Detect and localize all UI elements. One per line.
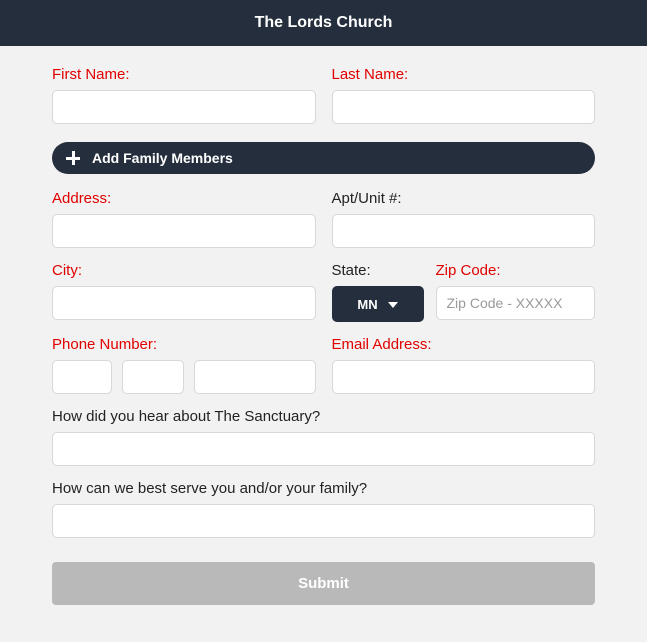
state-selected-value: MN	[357, 297, 377, 312]
serve-input[interactable]	[52, 504, 595, 538]
first-name-input[interactable]	[52, 90, 316, 124]
address-input[interactable]	[52, 214, 316, 248]
apt-input[interactable]	[332, 214, 596, 248]
address-label: Address:	[52, 190, 316, 207]
add-family-button[interactable]: Add Family Members	[52, 142, 595, 174]
state-label: State:	[332, 262, 424, 279]
plus-icon	[66, 151, 80, 165]
first-name-label: First Name:	[52, 66, 316, 83]
state-select[interactable]: MN	[332, 286, 424, 322]
apt-label: Apt/Unit #:	[332, 190, 596, 207]
submit-button[interactable]: Submit	[52, 562, 595, 605]
phone-line-input[interactable]	[194, 360, 316, 394]
page-title: The Lords Church	[255, 14, 393, 31]
phone-label: Phone Number:	[52, 336, 316, 353]
phone-prefix-input[interactable]	[122, 360, 184, 394]
last-name-input[interactable]	[332, 90, 596, 124]
zip-input[interactable]	[436, 286, 596, 320]
add-family-label: Add Family Members	[92, 150, 233, 166]
email-label: Email Address:	[332, 336, 596, 353]
form-container: First Name: Last Name: Add Family Member…	[0, 46, 647, 625]
chevron-down-icon	[388, 302, 398, 308]
hear-input[interactable]	[52, 432, 595, 466]
city-input[interactable]	[52, 286, 316, 320]
city-label: City:	[52, 262, 316, 279]
phone-area-input[interactable]	[52, 360, 112, 394]
last-name-label: Last Name:	[332, 66, 596, 83]
page-header: The Lords Church	[0, 0, 647, 46]
hear-label: How did you hear about The Sanctuary?	[52, 408, 595, 425]
zip-label: Zip Code:	[436, 262, 596, 279]
serve-label: How can we best serve you and/or your fa…	[52, 480, 595, 497]
email-input[interactable]	[332, 360, 596, 394]
